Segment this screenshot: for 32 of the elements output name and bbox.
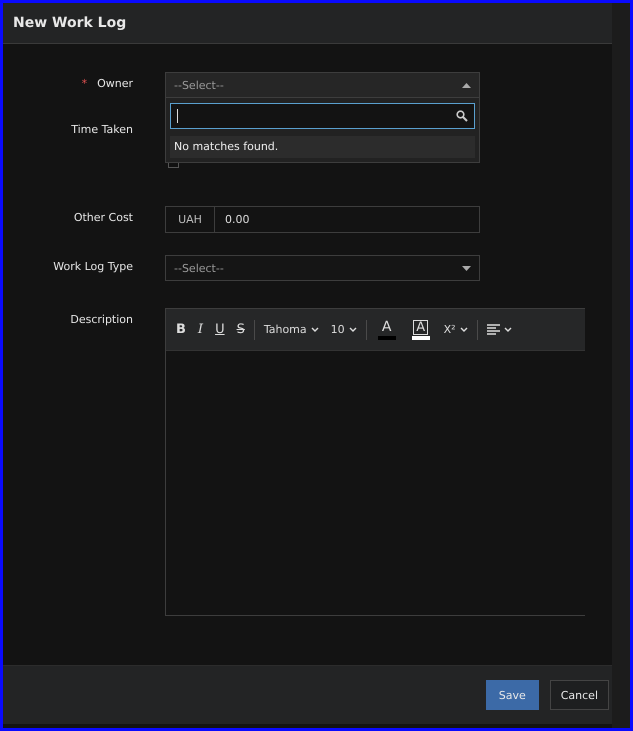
font-color-button[interactable]: A [370,316,404,344]
highlight-color-button[interactable]: A [404,316,438,344]
cost-field[interactable]: UAH 0.00 [165,206,480,233]
toolbar-dropdown[interactable]: X² [438,316,474,344]
chevron-down-icon [460,327,468,332]
field-label: Description [70,313,133,326]
owner-dropdown[interactable]: --Select-- [165,72,480,98]
cancel-button[interactable]: Cancel [550,680,609,710]
chevron-down-icon [348,327,357,332]
strike-button[interactable]: S [230,316,251,344]
search-icon [456,110,468,122]
required-mark: * [82,77,88,90]
caret-up-icon [462,82,471,88]
italic-button[interactable]: I [192,316,210,344]
field-label: Time Taken [71,123,133,136]
field-label: Other Cost [74,211,133,224]
field-label: Owner [97,77,133,90]
toolbar-dropdown[interactable]: 10 [324,316,363,344]
save-button[interactable]: Save [486,680,539,710]
chevron-down-icon [504,327,512,332]
underline-button[interactable]: U [209,316,231,344]
chevron-down-icon [310,327,319,332]
empty-message: No matches found. [170,136,475,158]
caret-down-icon [462,266,471,270]
dialog-title: New Work Log [13,15,126,31]
search-field[interactable] [170,103,475,129]
type-dropdown[interactable]: --Select-- [165,255,480,281]
toolbar-dropdown[interactable]: Tahoma [258,316,325,344]
bold-button[interactable]: B [170,316,192,344]
field-label: Work Log Type [53,260,133,273]
align-left-icon [486,324,500,335]
cost-input[interactable]: 0.00 [215,207,479,232]
